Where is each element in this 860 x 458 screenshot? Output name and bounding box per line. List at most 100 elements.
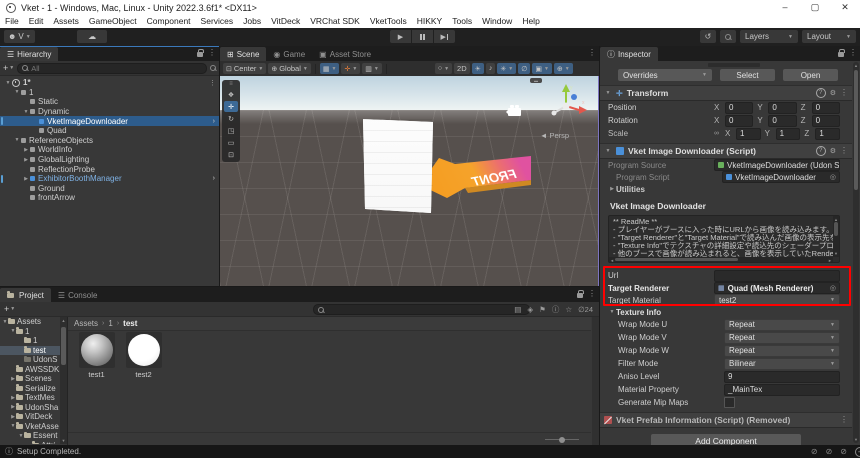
foldout-icon[interactable]: ▶: [22, 157, 30, 163]
project-content-scrollbar[interactable]: [592, 317, 599, 446]
open-button[interactable]: Open: [783, 69, 838, 81]
lighting-toggle-button[interactable]: ☀: [471, 63, 484, 74]
scroll-left-icon[interactable]: ◄: [610, 258, 614, 263]
removed-component-header[interactable]: Vket Prefab Information (Script) (Remove…: [600, 412, 852, 428]
hierarchy-item-ExhibitorBoothManager[interactable]: ▶ ExhibitorBoothManager ›: [0, 174, 219, 184]
gizmo-center[interactable]: [562, 102, 570, 110]
camera-settings-button[interactable]: ▣ ▼: [532, 63, 552, 74]
scroll-down-icon[interactable]: ▼: [853, 437, 859, 442]
hierarchy-item-Dynamic[interactable]: ▼ Dynamic: [0, 107, 219, 117]
menu-item-vrchat-sdk[interactable]: VRChat SDK: [305, 15, 365, 28]
hierarchy-item-Static[interactable]: Static: [0, 97, 219, 107]
scroll-down-icon[interactable]: ▼: [62, 438, 66, 443]
project-tree-scrollbar[interactable]: ▲ ▼: [60, 317, 67, 444]
hierarchy-item-frontArrow[interactable]: frontArrow: [0, 193, 219, 203]
foldout-icon[interactable]: ▼: [13, 137, 21, 143]
step-button[interactable]: ▶: [434, 30, 455, 43]
foldout-icon[interactable]: ▼: [604, 90, 612, 96]
target-renderer-field[interactable]: ▦ Quad (Mesh Renderer) ◎: [714, 282, 840, 294]
effects-toggle-button[interactable]: ✳ ▼: [497, 63, 517, 74]
menu-item-edit[interactable]: Edit: [24, 15, 49, 28]
hand-tool-button[interactable]: ❖: [224, 89, 238, 100]
breadcrumb-item-test[interactable]: test: [123, 319, 137, 328]
lock-icon[interactable]: [197, 48, 204, 57]
material-thumbnail[interactable]: [78, 332, 115, 368]
tab-inspector[interactable]: ⓘ Inspector: [600, 47, 658, 61]
scale-tool-button[interactable]: ◳: [224, 125, 238, 136]
status-message[interactable]: Setup Completed.: [17, 447, 81, 456]
foldout-icon[interactable]: ▶: [22, 176, 30, 182]
create-button[interactable]: + ▼: [4, 304, 15, 314]
hierarchy-item-Quad[interactable]: Quad: [0, 126, 219, 136]
close-button[interactable]: ✕: [830, 0, 860, 15]
audio-toggle-button[interactable]: ♪: [485, 63, 496, 74]
hierarchy-item-WorldInfo[interactable]: ▶ WorldInfo: [0, 145, 219, 155]
kebab-menu-icon[interactable]: ⋮: [849, 49, 857, 57]
scroll-up-icon[interactable]: ▲: [853, 63, 859, 68]
rotate-tool-button[interactable]: ↻: [224, 113, 238, 124]
menu-item-tools[interactable]: Tools: [447, 15, 477, 28]
project-search-input[interactable]: [313, 304, 530, 315]
hierarchy-item-GlobalLighting[interactable]: ▶ GlobalLighting: [0, 155, 219, 165]
minimize-button[interactable]: –: [770, 0, 800, 15]
search-button[interactable]: [720, 30, 736, 43]
help-icon[interactable]: ?: [815, 146, 826, 156]
menu-item-window[interactable]: Window: [477, 15, 517, 28]
label-icon[interactable]: ⚑: [539, 305, 546, 314]
account-button[interactable]: ☻ V ▼: [4, 30, 35, 43]
utilities-foldout[interactable]: Utilities: [616, 185, 645, 194]
script-component-header[interactable]: ▼ Vket Image Downloader (Script) ? ⚙ ⋮: [600, 143, 852, 159]
tab-project[interactable]: Project: [0, 288, 51, 302]
tab-game[interactable]: ◉ Game: [266, 47, 312, 61]
hidden-objects-button[interactable]: ∅: [518, 63, 531, 74]
preset-icon[interactable]: ⚙: [830, 147, 836, 155]
hierarchy-scene-splitter[interactable]: [219, 46, 220, 286]
project-tree-item-1[interactable]: ▼ 1: [0, 327, 60, 337]
foldout-icon[interactable]: ▼: [22, 109, 30, 115]
move-tool-button[interactable]: ✛: [224, 101, 238, 112]
readme-box[interactable]: ** ReadMe ** - プレイヤーがブースに入った時にURLから画像を読み込…: [608, 215, 840, 263]
url-input[interactable]: [714, 269, 840, 282]
tab-hierarchy[interactable]: ☰ Hierarchy: [0, 47, 59, 61]
rotation-x-input[interactable]: 0: [725, 114, 754, 127]
foldout-icon[interactable]: ▶: [22, 147, 30, 153]
thumbnail-zoom-slider[interactable]: [545, 436, 579, 443]
undo-history-button[interactable]: ↺: [700, 30, 716, 43]
open-prefab-chevron-icon[interactable]: ›: [213, 118, 215, 125]
scale-z-input[interactable]: 1: [815, 127, 841, 140]
grid-visibility-button[interactable]: ▦ ▼: [319, 63, 340, 74]
project-tree-item-serialize[interactable]: Serialize: [0, 384, 60, 394]
layers-dropdown[interactable]: Layers ▼: [740, 30, 798, 43]
search-window-icon[interactable]: [210, 65, 216, 71]
breadcrumb-item-1[interactable]: 1: [108, 319, 112, 328]
kebab-menu-icon[interactable]: ⋮: [588, 290, 596, 298]
overlay-collapsed-handle[interactable]: ▬: [530, 78, 542, 83]
asset-item-test1[interactable]: test1: [78, 332, 115, 379]
foldout-icon[interactable]: ▼: [4, 80, 12, 86]
material-thumbnail[interactable]: [125, 332, 162, 368]
hierarchy-item-VketImageDownloader[interactable]: VketImageDownloader ›: [0, 116, 219, 126]
perspective-label[interactable]: ◄ Persp: [540, 131, 569, 140]
preset-icon[interactable]: ⚙: [830, 89, 836, 97]
hierarchy-search-input[interactable]: All: [17, 62, 207, 74]
transform-component-header[interactable]: ▼ ✛ Transform ? ⚙ ⋮: [600, 85, 852, 101]
inspector-scrollbar[interactable]: ▲ ▼: [853, 62, 859, 443]
project-tree-item-vketasse[interactable]: ▼ VketAsse: [0, 422, 60, 432]
kebab-menu-icon[interactable]: ⋮: [209, 79, 216, 87]
breadcrumb-item-assets[interactable]: Assets: [74, 319, 98, 328]
search-by-type-icon[interactable]: ▤: [514, 305, 521, 314]
transform-tool-button[interactable]: ⊡: [224, 149, 238, 160]
scale-y-input[interactable]: 1: [775, 127, 801, 140]
project-tree-item-essent[interactable]: ▼ Essent: [0, 431, 60, 441]
project-tree-item-udonsha[interactable]: ▶ UdonSha: [0, 403, 60, 413]
add-component-button[interactable]: Add Component: [651, 434, 801, 445]
wrap-mode-v-dropdown[interactable]: Repeat ▼: [724, 331, 840, 344]
foldout-icon[interactable]: ▼: [608, 309, 616, 315]
hidden-count-badge[interactable]: ∅24: [578, 305, 593, 314]
project-tree-item-vitdeck[interactable]: ▶ VitDeck: [0, 412, 60, 422]
info-icon[interactable]: ⓘ: [552, 304, 560, 315]
snap-increment-button[interactable]: ✛ ▼: [341, 63, 361, 74]
cloud-disabled-icon[interactable]: ⊘: [840, 447, 847, 456]
maximize-button[interactable]: ▢: [800, 0, 830, 15]
position-z-input[interactable]: 0: [811, 101, 840, 114]
